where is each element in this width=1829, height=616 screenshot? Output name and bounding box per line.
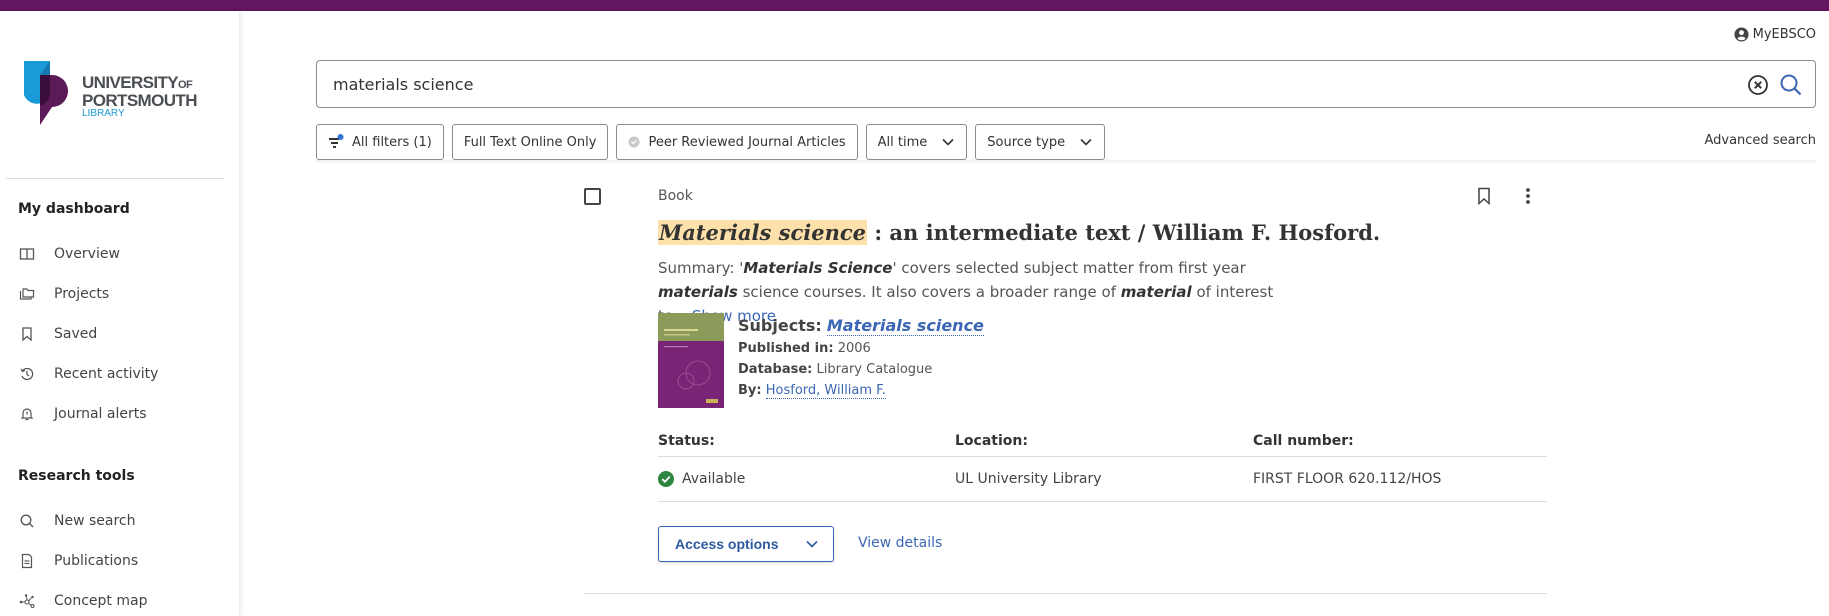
- filter-bar: All filters (1) Full Text Online Only Pe…: [316, 124, 1106, 160]
- sidebar-item-label: Saved: [54, 326, 98, 342]
- sidebar: UNIVERSITYOF PORTSMOUTH LIBRARY My dashb…: [0, 11, 240, 616]
- table-row: Available UL University Library FIRST FL…: [658, 457, 1547, 502]
- filter-icon: [329, 134, 344, 148]
- subject-link[interactable]: Materials science: [826, 316, 984, 336]
- overview-icon: [18, 245, 36, 263]
- bookmark-icon: [18, 325, 36, 343]
- source-type-dropdown[interactable]: Source type: [975, 124, 1106, 160]
- result-metadata: Subjects: Materials science Published in…: [738, 314, 984, 401]
- subjects-label: Subjects:: [738, 316, 822, 335]
- check-circle-icon: [658, 471, 674, 487]
- view-details-link[interactable]: View details: [858, 535, 942, 551]
- summary-highlight: material: [1120, 283, 1192, 301]
- all-filters-button[interactable]: All filters (1): [316, 124, 444, 160]
- more-options-icon[interactable]: [1518, 186, 1538, 206]
- clear-search-icon[interactable]: [1747, 74, 1769, 96]
- top-brand-bar: [0, 0, 1829, 11]
- logo-mark-icon: [24, 61, 68, 125]
- book-cover-image[interactable]: [658, 313, 724, 408]
- logo-line1: UNIVERSITY: [82, 73, 179, 92]
- full-text-online-only-button[interactable]: Full Text Online Only: [451, 124, 609, 160]
- database-value: Library Catalogue: [816, 362, 933, 377]
- result-divider: [584, 593, 1547, 594]
- search-icon: [18, 512, 36, 530]
- source-type-label: Source type: [987, 134, 1066, 150]
- logo-line2: PORTSMOUTH: [82, 91, 197, 110]
- sidebar-item-label: New search: [54, 513, 136, 529]
- search-submit-icon[interactable]: [1779, 73, 1803, 97]
- myebsco-account-link[interactable]: MyEBSCO: [1734, 27, 1816, 42]
- date-range-dropdown[interactable]: All time: [865, 124, 968, 160]
- chevron-down-icon: [942, 138, 954, 146]
- sidebar-item-label: Overview: [54, 246, 120, 262]
- sidebar-item-label: Recent activity: [54, 366, 159, 382]
- database-label: Database:: [738, 362, 813, 377]
- sidebar-item-projects[interactable]: Projects: [18, 282, 109, 306]
- holdings-table: Status: Location: Call number: Available…: [658, 433, 1547, 502]
- university-logo[interactable]: UNIVERSITYOF PORTSMOUTH LIBRARY: [22, 61, 212, 141]
- filter-bar-shadow: [316, 160, 1816, 164]
- account-icon: [1734, 27, 1749, 42]
- bookmark-icon[interactable]: [1474, 186, 1494, 206]
- location-cell: UL University Library: [955, 471, 1102, 487]
- cover-art: [664, 329, 718, 403]
- author-link[interactable]: Hosford, William F.: [765, 383, 886, 399]
- sidebar-item-label: Publications: [54, 553, 139, 569]
- select-result-checkbox[interactable]: [584, 188, 601, 205]
- location-header: Location:: [955, 433, 1028, 449]
- status-header: Status:: [658, 433, 715, 449]
- search-box: [316, 60, 1816, 108]
- full-text-online-only-label: Full Text Online Only: [463, 134, 597, 150]
- summary-text: Summary: ': [658, 259, 744, 277]
- status-cell: Available: [658, 471, 955, 487]
- published-value: 2006: [837, 341, 871, 356]
- document-icon: [18, 552, 36, 570]
- sidebar-divider: [6, 178, 224, 179]
- sidebar-item-overview[interactable]: Overview: [18, 242, 120, 266]
- date-range-label: All time: [877, 134, 928, 150]
- by-label: By:: [738, 383, 762, 398]
- summary-text: science courses. It also covers a broade…: [737, 283, 1121, 301]
- peer-reviewed-button[interactable]: Peer Reviewed Journal Articles: [616, 124, 858, 160]
- summary-highlight: Materials Science: [743, 259, 893, 277]
- title-highlight: Materials science: [658, 220, 868, 245]
- holdings-header-row: Status: Location: Call number:: [658, 433, 1547, 457]
- title-rest: : an intermediate text / William F. Hosf…: [867, 220, 1381, 245]
- published-label: Published in:: [738, 341, 834, 356]
- advanced-search-link[interactable]: Advanced search: [1704, 133, 1816, 148]
- sidebar-heading-my-dashboard: My dashboard: [18, 201, 130, 217]
- result-type: Book: [658, 188, 693, 204]
- call-number-header: Call number:: [1253, 433, 1354, 449]
- sidebar-item-journal-alerts[interactable]: Journal alerts: [18, 402, 147, 426]
- sidebar-item-publications[interactable]: Publications: [18, 549, 138, 573]
- myebsco-label: MyEBSCO: [1752, 27, 1816, 42]
- summary-highlight: materials: [658, 283, 738, 301]
- sidebar-heading-research-tools: Research tools: [18, 468, 135, 484]
- access-options-dropdown[interactable]: Access options: [658, 526, 834, 562]
- sidebar-item-saved[interactable]: Saved: [18, 322, 97, 346]
- sidebar-item-label: Journal alerts: [54, 406, 147, 422]
- history-icon: [18, 365, 36, 383]
- sidebar-item-recent-activity[interactable]: Recent activity: [18, 362, 158, 386]
- sidebar-item-concept-map[interactable]: Concept map: [18, 589, 147, 613]
- access-options-label: Access options: [675, 536, 779, 552]
- peer-reviewed-icon: [628, 136, 640, 148]
- summary-text: ' covers selected subject matter from fi…: [892, 259, 1246, 277]
- sidebar-item-label: Projects: [54, 286, 110, 302]
- result-title-link[interactable]: Materials science : an intermediate text…: [658, 220, 1380, 245]
- sidebar-item-new-search[interactable]: New search: [18, 509, 136, 533]
- chevron-down-icon: [1080, 138, 1092, 146]
- concept-map-icon: [18, 592, 36, 610]
- chevron-down-icon: [806, 540, 818, 548]
- call-number-cell: FIRST FLOOR 620.112/HOS: [1253, 471, 1442, 487]
- logo-line1-suffix: OF: [178, 79, 193, 91]
- all-filters-label: All filters (1): [352, 134, 432, 150]
- status-value: Available: [682, 471, 746, 487]
- sidebar-item-label: Concept map: [54, 593, 148, 609]
- folder-icon: [18, 285, 36, 303]
- search-input[interactable]: [317, 62, 1697, 106]
- bell-icon: [18, 405, 36, 423]
- peer-reviewed-label: Peer Reviewed Journal Articles: [648, 134, 846, 150]
